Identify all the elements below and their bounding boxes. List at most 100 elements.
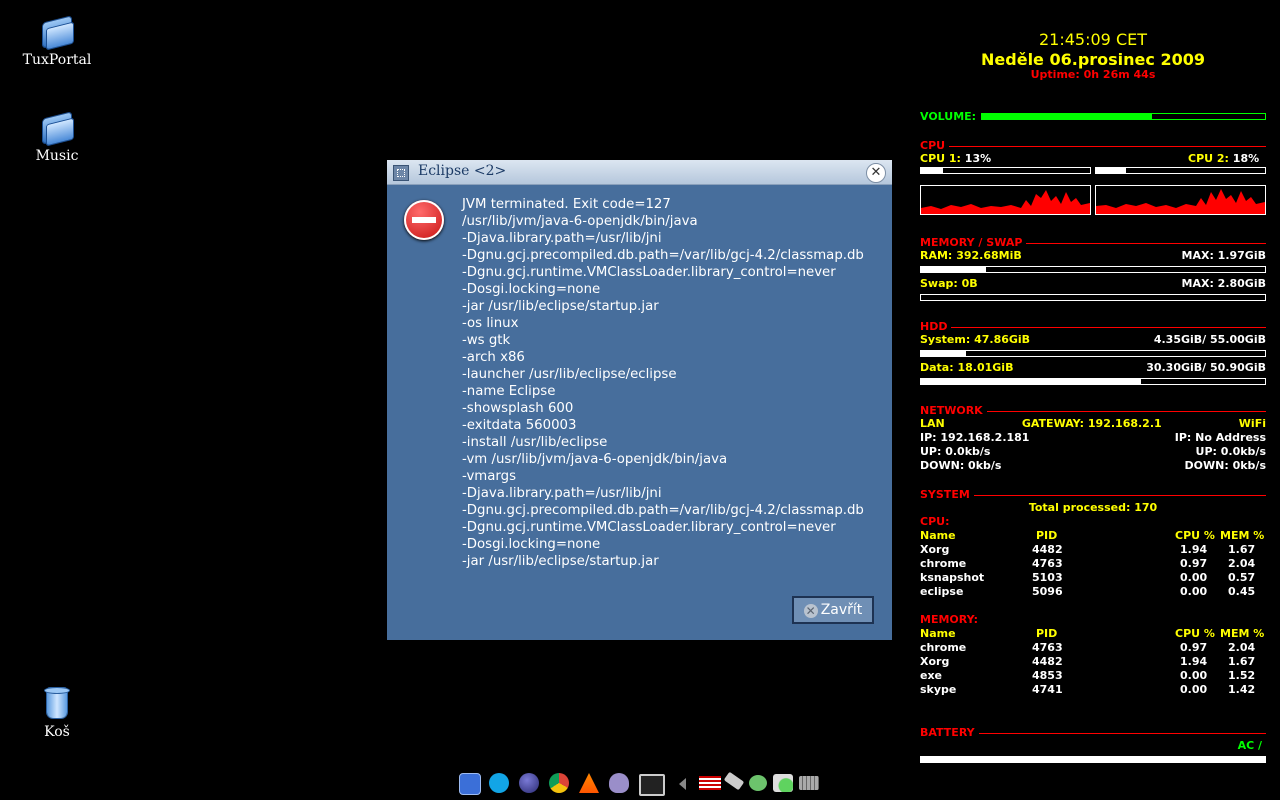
network-section-heading: NETWORK xyxy=(920,403,1266,417)
close-icon[interactable]: ✕ xyxy=(866,163,886,183)
desktop-icon-label: Music xyxy=(35,148,79,164)
column-header-name: Name xyxy=(920,627,956,640)
mem-proc-pid: 4482 xyxy=(1032,655,1063,668)
cpu-proc-cpu: 0.97 xyxy=(1180,557,1208,570)
cpu-proc-name: eclipse xyxy=(920,585,964,598)
hdd-section-heading: HDD xyxy=(920,319,1266,333)
clock-time: 21:45:09 CET xyxy=(1039,30,1147,49)
chat-icon[interactable] xyxy=(773,774,793,792)
cpu2-graph xyxy=(1095,185,1266,215)
desktop-icon-music[interactable]: Music xyxy=(7,110,107,164)
mem-proc-pid: 4741 xyxy=(1032,683,1063,696)
volume-fill xyxy=(982,114,1152,119)
cpu2-bar xyxy=(1095,167,1266,174)
column-header-name: Name xyxy=(920,529,956,542)
cpu-proc-name: Xorg xyxy=(920,543,950,556)
battery-section-heading: BATTERY xyxy=(920,725,1266,739)
ram-bar xyxy=(920,266,1266,273)
close-button[interactable]: ✕ Zavřít xyxy=(792,596,874,624)
dialog-titlebar[interactable]: Eclipse <2> ✕ xyxy=(387,160,892,185)
column-header-pid: PID xyxy=(1036,627,1058,640)
eclipse-icon[interactable] xyxy=(519,773,539,793)
cpu-proc-cpu: 1.94 xyxy=(1180,543,1208,556)
desktop-icon-trash[interactable]: Koš xyxy=(7,686,107,740)
mem-procs-heading: MEMORY: xyxy=(920,613,979,626)
cpu-proc-cpu: 0.00 xyxy=(1180,571,1208,584)
close-button-label: Zavřít xyxy=(820,602,863,618)
column-header-pid: PID xyxy=(1036,529,1058,542)
total-processed: Total processed: 170 xyxy=(1028,501,1158,514)
cpu-proc-mem: 1.67 xyxy=(1228,543,1256,556)
mem-proc-name: exe xyxy=(920,669,943,682)
cpu-proc-name: ksnapshot xyxy=(920,571,985,584)
mem-proc-name: Xorg xyxy=(920,655,950,668)
mem-proc-cpu: 0.00 xyxy=(1180,669,1208,682)
usb-icon[interactable] xyxy=(723,771,745,791)
clock-date: Neděle 06.prosinec 2009 xyxy=(981,50,1205,69)
keyboard-icon[interactable] xyxy=(799,776,819,790)
battery-status-row: AC / xyxy=(1237,739,1262,752)
network-down-row: DOWN: 0kb/s DOWN: 0kb/s xyxy=(920,459,1266,472)
mem-proc-mem: 1.52 xyxy=(1228,669,1256,682)
mem-proc-cpu: 1.94 xyxy=(1180,655,1208,668)
kde-menu-icon[interactable] xyxy=(459,773,481,795)
mem-proc-cpu: 0.97 xyxy=(1180,641,1208,654)
pidgin-icon[interactable] xyxy=(609,773,629,793)
mem-proc-cpu: 0.00 xyxy=(1180,683,1208,696)
folder-icon xyxy=(39,110,75,146)
terminal-icon[interactable] xyxy=(639,774,665,796)
cpu-proc-pid: 5103 xyxy=(1032,571,1063,584)
cpu-proc-cpu: 0.00 xyxy=(1180,585,1208,598)
vlc-icon[interactable] xyxy=(579,773,599,793)
cpu1-graph xyxy=(920,185,1091,215)
mem-proc-name: skype xyxy=(920,683,957,696)
error-dialog: Eclipse <2> ✕ JVM terminated. Exit code=… xyxy=(387,160,892,640)
hdd-system-bar xyxy=(920,350,1266,357)
volume-label: VOLUME: xyxy=(920,110,977,123)
trash-icon xyxy=(39,686,75,722)
chrome-icon[interactable] xyxy=(549,773,569,793)
system-section-heading: SYSTEM xyxy=(920,487,1266,501)
cpu-proc-pid: 5096 xyxy=(1032,585,1063,598)
window-menu-icon[interactable] xyxy=(393,165,409,181)
mem-proc-pid: 4763 xyxy=(1032,641,1063,654)
desktop-icon-label: TuxPortal xyxy=(22,52,92,68)
network-ip-row: IP: 192.168.2.181 IP: No Address xyxy=(920,431,1266,444)
dialog-title: Eclipse <2> xyxy=(418,163,507,179)
hdd-data-row: Data: 18.01GiB 30.30GiB/ 50.90GiB xyxy=(920,361,1266,374)
mem-proc-mem: 1.67 xyxy=(1228,655,1256,668)
error-message: JVM terminated. Exit code=127 /usr/lib/j… xyxy=(462,197,864,569)
cpu-proc-pid: 4763 xyxy=(1032,557,1063,570)
uptime: Uptime: 0h 26m 44s xyxy=(1030,68,1156,81)
cpu2-label: CPU 2: 18% xyxy=(1188,152,1260,165)
us-flag-icon[interactable] xyxy=(699,776,721,790)
skype-icon[interactable] xyxy=(489,773,509,793)
desktop-icon-tuxportal[interactable]: TuxPortal xyxy=(7,14,107,68)
cpu1-label: CPU 1: 13% xyxy=(920,152,992,165)
hdd-data-bar xyxy=(920,378,1266,385)
column-header-cpu: CPU % xyxy=(1175,627,1215,640)
network-icon[interactable] xyxy=(749,775,767,791)
error-icon xyxy=(404,200,444,240)
tray-arrow-icon[interactable] xyxy=(679,778,686,790)
column-header-mem: MEM % xyxy=(1220,627,1265,640)
ram-row: RAM: 392.68MiB MAX: 1.97GiB xyxy=(920,249,1266,262)
memory-section-heading: MEMORY / SWAP xyxy=(920,235,1266,249)
network-header-row: LAN GATEWAY: 192.168.2.1 WiFi xyxy=(920,417,1266,430)
column-header-mem: MEM % xyxy=(1220,529,1265,542)
cpu-procs-heading: CPU: xyxy=(920,515,950,528)
cpu-proc-mem: 2.04 xyxy=(1228,557,1256,570)
volume-bar xyxy=(981,113,1266,120)
swap-bar xyxy=(920,294,1266,301)
hdd-system-row: System: 47.86GiB 4.35GiB/ 55.00GiB xyxy=(920,333,1266,346)
cpu-proc-name: chrome xyxy=(920,557,967,570)
mem-proc-mem: 2.04 xyxy=(1228,641,1256,654)
battery-bar xyxy=(920,756,1266,763)
cpu-proc-pid: 4482 xyxy=(1032,543,1063,556)
desktop-icon-label: Koš xyxy=(44,724,70,740)
close-x-icon: ✕ xyxy=(803,604,818,618)
cpu-proc-mem: 0.57 xyxy=(1228,571,1256,584)
cpu-proc-mem: 0.45 xyxy=(1228,585,1256,598)
cpu-section-heading: CPU xyxy=(920,138,1266,152)
column-header-cpu: CPU % xyxy=(1175,529,1215,542)
